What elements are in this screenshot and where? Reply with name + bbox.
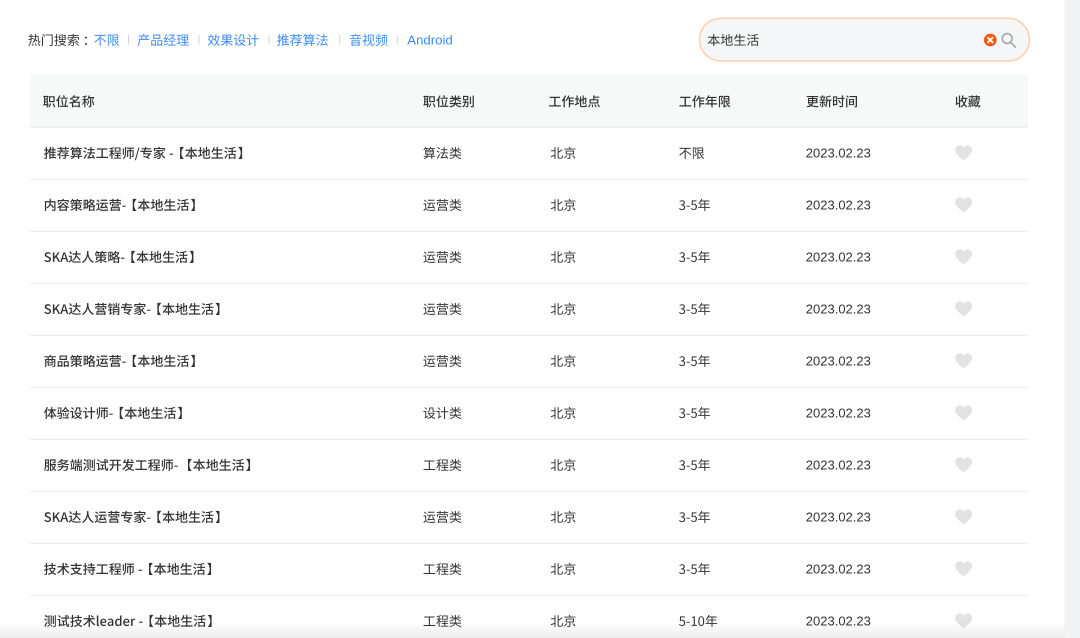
svg-text:2023.02.23: 2023.02.23 — [806, 406, 871, 421]
svg-text:2023.02.23: 2023.02.23 — [806, 354, 871, 369]
svg-text:2023.02.23: 2023.02.23 — [806, 562, 871, 577]
svg-text:2023.02.23: 2023.02.23 — [806, 302, 871, 317]
svg-text:2023.02.23: 2023.02.23 — [806, 250, 871, 265]
svg-text:2023.02.23: 2023.02.23 — [806, 458, 871, 473]
svg-text:2023.02.23: 2023.02.23 — [806, 198, 871, 213]
svg-text:2023.02.23: 2023.02.23 — [806, 510, 871, 525]
svg-text:Android: Android — [407, 32, 452, 47]
svg-text:2023.02.23: 2023.02.23 — [806, 146, 871, 161]
